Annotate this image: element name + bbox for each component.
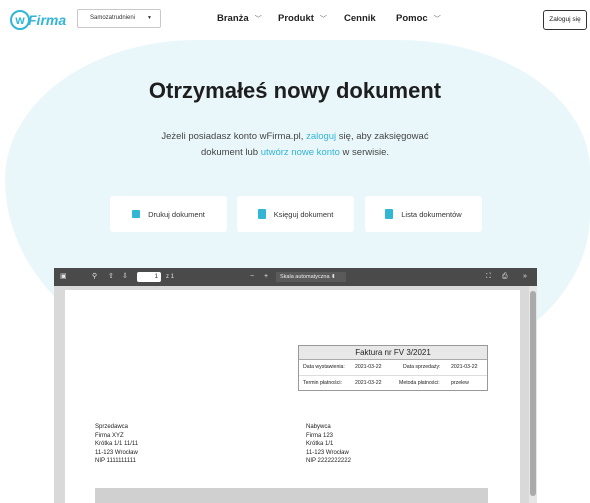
action-label: Lista dokumentów (401, 209, 462, 219)
document-list-button[interactable]: Lista dokumentów (365, 196, 482, 232)
due-date-label: Termin płatności: (303, 380, 342, 386)
pdf-toolbar: ▣ ⚲ ⇧ ⇩ 1 z 1 − + Skala automatyczna ⬍ ⛶… (54, 268, 537, 286)
subtitle-text: Jeżeli posiadasz konto wFirma.pl, (161, 131, 307, 142)
pdf-scrollbar[interactable] (529, 286, 537, 503)
nav-item-label: Pomoc (396, 13, 428, 24)
buyer-city: 11-123 Wrocław (306, 449, 349, 456)
register-link[interactable]: utwórz nowe konto (261, 147, 340, 158)
sidebar-toggle-icon[interactable]: ▣ (60, 271, 67, 283)
scrollbar-thumb[interactable] (530, 291, 536, 496)
invoice-header-box: Faktura nr FV 3/2021 Data wystawienia: 2… (298, 345, 488, 391)
zoom-select[interactable]: Skala automatyczna ⬍ (276, 272, 346, 282)
pdf-page: Faktura nr FV 3/2021 Data wystawienia: 2… (65, 290, 520, 503)
next-page-icon[interactable]: ⇩ (122, 271, 128, 283)
print-document-button[interactable]: Drukuj dokument (110, 196, 227, 232)
print-icon[interactable]: ⎙ (502, 271, 508, 283)
seller-street: Krótka 1/1 11/11 (95, 441, 139, 447)
page-number-input[interactable]: 1 (137, 272, 161, 282)
search-icon[interactable]: ⚲ (92, 271, 97, 283)
logo-mark: w (10, 10, 30, 30)
action-label: Księguj dokument (273, 209, 334, 219)
segment-select[interactable]: Samozatrudnieni ▼ (77, 9, 161, 28)
nav-item-branza[interactable]: Branża ﹀ (217, 13, 262, 24)
login-button[interactable]: Zaloguj się (543, 10, 587, 30)
buyer-name: Firma 123 (306, 432, 334, 439)
issue-date-label: Data wystawienia: (303, 364, 345, 370)
items-table-header (95, 488, 488, 503)
buyer-block: Nabywca Firma 123 Krótka 1/1 11-123 Wroc… (306, 423, 351, 466)
document-icon (385, 209, 394, 219)
nav-item-label: Branża (217, 13, 249, 24)
buyer-street: Krótka 1/1 (306, 441, 334, 447)
nav-item-cennik[interactable]: Cennik (344, 13, 376, 24)
chevron-down-icon: ﹀ (254, 15, 262, 23)
chevron-down-icon: ﹀ (319, 15, 327, 23)
page-title: Otrzymałeś nowy dokument (148, 78, 442, 103)
buyer-nip: NIP 2222222222 (306, 458, 351, 464)
nav-item-label: Produkt (278, 13, 314, 24)
invoice-payment-row: Termin płatności: 2021-03-22 Metoda płat… (299, 375, 487, 390)
invoice-title: Faktura nr FV 3/2021 (299, 346, 487, 360)
top-header: w Firma Samozatrudnieni ▼ Branża ﹀ Produ… (0, 0, 590, 40)
printer-icon (132, 210, 141, 218)
zoom-out-icon[interactable]: − (250, 271, 254, 283)
seller-nip: NIP 1111111111 (95, 458, 136, 464)
more-tools-icon[interactable]: » (523, 271, 527, 283)
action-label: Drukuj dokument (148, 209, 205, 219)
page-subtitle: Jeżeli posiadasz konto wFirma.pl, zalogu… (145, 129, 445, 161)
seller-city: 11-123 Wrocław (95, 449, 138, 456)
wfirma-logo[interactable]: w Firma (10, 10, 66, 30)
seller-heading: Sprzedawca (95, 424, 129, 430)
nav-item-label: Cennik (344, 13, 376, 24)
issue-date-value: 2021-03-22 (355, 364, 382, 370)
seller-block: Sprzedawca Firma XYZ Krótka 1/1 11/11 11… (95, 423, 138, 466)
invoice-dates-row: Data wystawienia: 2021-03-22 Data sprzed… (299, 360, 487, 375)
zoom-select-value: Skala automatyczna (280, 274, 330, 280)
payment-method-value: przelew (451, 380, 469, 386)
seller-name: Firma XYZ (95, 432, 124, 439)
book-document-button[interactable]: Księguj dokument (237, 196, 354, 232)
page-total: z 1 (166, 274, 175, 280)
pdf-viewer: ▣ ⚲ ⇧ ⇩ 1 z 1 − + Skala automatyczna ⬍ ⛶… (54, 268, 537, 503)
logo-text: Firma (28, 12, 67, 28)
fullscreen-icon[interactable]: ⛶ (486, 271, 491, 283)
due-date-value: 2021-03-22 (355, 380, 382, 386)
chevron-down-icon: ﹀ (433, 15, 441, 23)
document-plus-icon (257, 209, 266, 219)
payment-method-label: Metoda płatności: (399, 380, 440, 386)
segment-select-value: Samozatrudnieni (90, 15, 136, 21)
previous-page-icon[interactable]: ⇧ (108, 271, 114, 283)
sale-date-label: Data sprzedaży: (403, 364, 441, 370)
nav-item-pomoc[interactable]: Pomoc ﹀ (396, 13, 441, 24)
login-link[interactable]: zaloguj (306, 131, 336, 142)
subtitle-text: w serwisie. (339, 147, 389, 158)
caret-down-icon: ▼ (147, 15, 152, 21)
sale-date-value: 2021-03-22 (451, 364, 478, 370)
nav-item-produkt[interactable]: Produkt ﹀ (278, 13, 327, 24)
buyer-heading: Nabywca (306, 424, 331, 430)
zoom-in-icon[interactable]: + (264, 271, 268, 283)
